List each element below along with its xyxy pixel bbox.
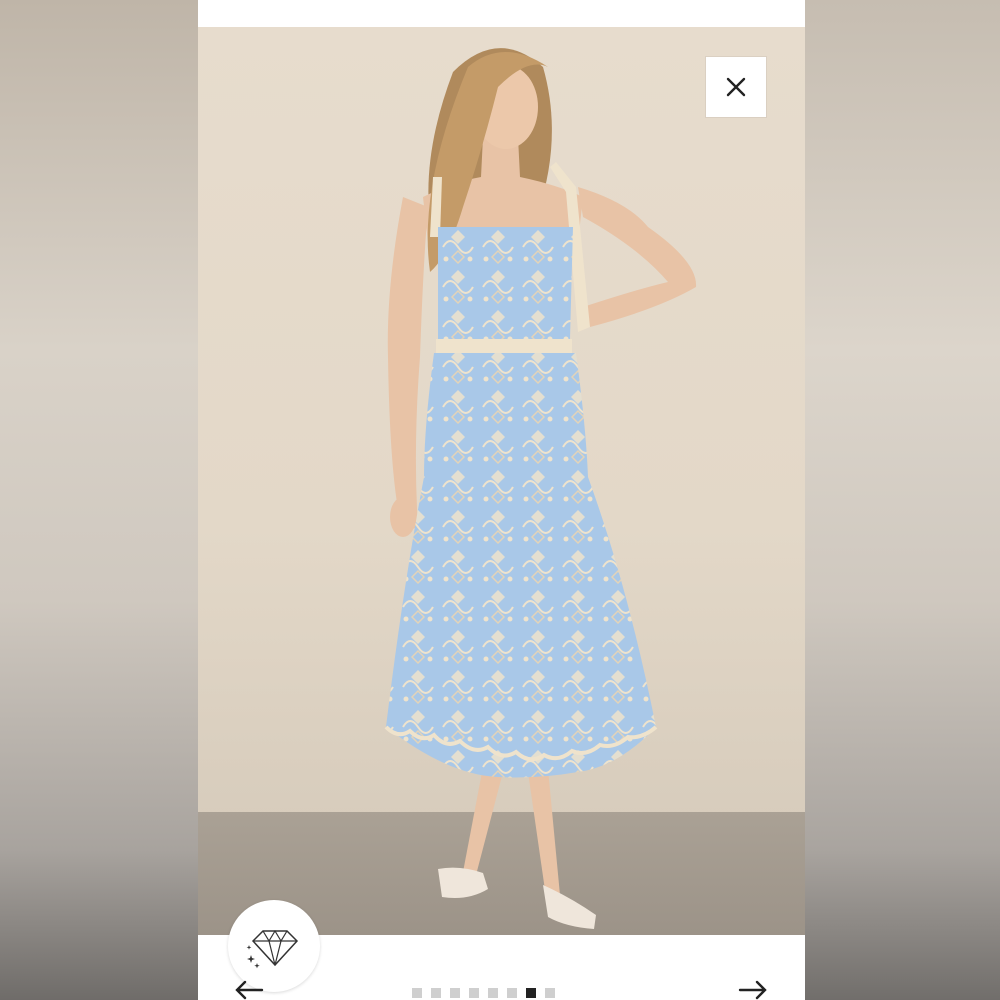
carousel-dot[interactable] bbox=[488, 988, 498, 998]
carousel-dot[interactable] bbox=[412, 988, 422, 998]
product-photo bbox=[198, 27, 805, 935]
model-in-dress-illustration bbox=[384, 48, 697, 929]
close-icon bbox=[726, 77, 746, 97]
diamond-sparkle-icon bbox=[246, 929, 299, 969]
carousel-dot[interactable] bbox=[469, 988, 479, 998]
carousel-indicators bbox=[412, 988, 555, 998]
arrow-left-icon bbox=[235, 980, 264, 1000]
carousel-dot[interactable] bbox=[450, 988, 460, 998]
carousel-dot[interactable] bbox=[545, 988, 555, 998]
previous-image-button[interactable] bbox=[234, 980, 264, 1000]
arrow-right-icon bbox=[738, 980, 767, 1000]
backdrop-left bbox=[0, 0, 198, 1000]
carousel-dot[interactable] bbox=[507, 988, 517, 998]
carousel-dot-active[interactable] bbox=[526, 988, 536, 998]
product-image-modal bbox=[198, 0, 805, 1000]
close-button[interactable] bbox=[706, 57, 766, 117]
next-image-button[interactable] bbox=[738, 980, 768, 1000]
brand-badge[interactable] bbox=[228, 900, 320, 992]
carousel-dot[interactable] bbox=[431, 988, 441, 998]
backdrop-right bbox=[805, 0, 1000, 1000]
